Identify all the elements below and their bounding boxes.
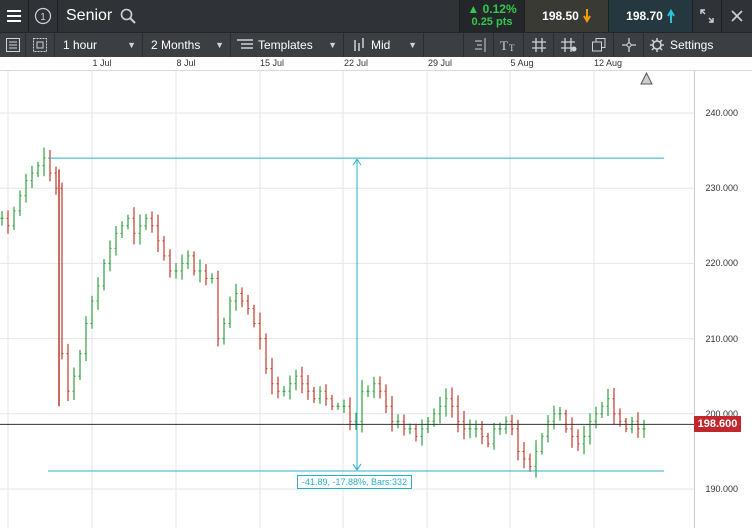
- expand-icon: [700, 9, 714, 23]
- buy-price: 198.70: [626, 9, 663, 23]
- buy-arrow-icon: [666, 9, 675, 23]
- templates-dropdown[interactable]: Templates ▼: [231, 33, 344, 57]
- price-chart[interactable]: [0, 71, 694, 528]
- templates-icon: [237, 39, 253, 49]
- title-bar: 1 Senior ▲ 0.12% 0.25 pts 198.50 198.70: [0, 0, 752, 32]
- list-icon: [5, 38, 20, 52]
- price-tick: 240.000: [705, 108, 738, 118]
- list-view-button[interactable]: [0, 33, 26, 57]
- buy-button[interactable]: 198.70: [609, 0, 693, 32]
- chevron-down-icon: ▼: [328, 40, 337, 50]
- info-button[interactable]: 1: [29, 0, 58, 32]
- interval-dropdown[interactable]: 1 hour ▼: [55, 33, 143, 57]
- toolbar-spacer: [424, 33, 464, 57]
- text-tool-icon: T T: [500, 38, 515, 52]
- price-type-dropdown[interactable]: Mid ▼: [344, 33, 424, 57]
- crosshair-button[interactable]: [614, 33, 644, 57]
- sell-button[interactable]: 198.50: [525, 0, 609, 32]
- date-tick: 29 Jul: [427, 58, 453, 68]
- crosshair-grid-button[interactable]: [554, 33, 584, 57]
- date-tick: 8 Jul: [176, 58, 196, 68]
- price-type-value: Mid: [371, 38, 391, 52]
- change-percent: ▲ 0.12%: [467, 2, 517, 16]
- svg-text:T: T: [500, 38, 508, 52]
- instrument-search[interactable]: Senior: [58, 0, 460, 32]
- text-tool-button[interactable]: T T: [494, 33, 524, 57]
- close-icon: [730, 10, 743, 22]
- copy-window-button[interactable]: [584, 33, 614, 57]
- change-points: 0.25 pts: [471, 16, 513, 28]
- price-axis[interactable]: 240.000 230.000 220.000 210.000 200.000 …: [694, 71, 752, 528]
- date-tick: 15 Jul: [259, 58, 285, 68]
- search-icon[interactable]: [120, 8, 136, 24]
- price-tick: 210.000: [705, 333, 738, 344]
- last-price-badge: 198.600: [694, 416, 741, 433]
- chart-toolbar: 1 hour ▼ 2 Months ▼ Templates ▼ Mid ▼ T …: [0, 32, 752, 57]
- date-axis: 1 Jul 8 Jul 15 Jul 22 Jul 29 Jul 5 Aug 1…: [0, 57, 752, 71]
- measure-readout: -41.89, -17.88%, Bars:332: [297, 475, 413, 489]
- interval-value: 1 hour: [63, 38, 98, 52]
- sell-arrow-icon: [582, 9, 591, 23]
- info-icon: 1: [34, 7, 52, 25]
- price-tick: 190.000: [705, 484, 738, 494]
- grid-button[interactable]: [524, 33, 554, 57]
- indicators-button[interactable]: [464, 33, 494, 57]
- gear-icon: [650, 38, 664, 52]
- vertical-gridlines: [7, 71, 595, 528]
- svg-text:1: 1: [40, 12, 46, 23]
- ohlc-bars: [0, 147, 646, 478]
- price-change: ▲ 0.12% 0.25 pts: [460, 0, 525, 32]
- date-tick: 1 Jul: [92, 58, 112, 68]
- menu-icon: [7, 10, 21, 22]
- crosshair-grid-icon: [560, 38, 576, 52]
- date-tick: 12 Aug: [593, 58, 623, 68]
- ohlc-bars-icon: [354, 38, 364, 51]
- svg-text:T: T: [509, 43, 515, 52]
- price-tick: 230.000: [705, 183, 738, 194]
- hamburger-menu-button[interactable]: [0, 0, 29, 32]
- scroll-to-end-icon[interactable]: [640, 71, 653, 85]
- settings-button[interactable]: Settings: [644, 33, 732, 57]
- copy-icon: [591, 38, 605, 52]
- sell-price: 198.50: [542, 9, 579, 23]
- instrument-name: Senior: [66, 7, 113, 24]
- range-dropdown[interactable]: 2 Months ▼: [143, 33, 231, 57]
- indicators-icon: [474, 38, 485, 52]
- layout-grid-icon: [33, 38, 47, 52]
- templates-label: Templates: [258, 38, 313, 52]
- range-value: 2 Months: [151, 38, 201, 52]
- crosshair-icon: [621, 38, 636, 52]
- grid-icon: [531, 38, 546, 52]
- layout-button[interactable]: [26, 33, 55, 57]
- date-tick: 5 Aug: [510, 58, 534, 68]
- settings-label: Settings: [670, 38, 714, 52]
- chevron-down-icon: ▼: [408, 40, 417, 50]
- price-tick: 220.000: [705, 258, 738, 269]
- close-window-button[interactable]: [722, 0, 751, 32]
- chevron-down-icon: ▼: [215, 40, 224, 50]
- expand-window-button[interactable]: [693, 0, 722, 32]
- chevron-down-icon: ▼: [127, 40, 136, 50]
- date-tick: 22 Jul: [343, 58, 369, 68]
